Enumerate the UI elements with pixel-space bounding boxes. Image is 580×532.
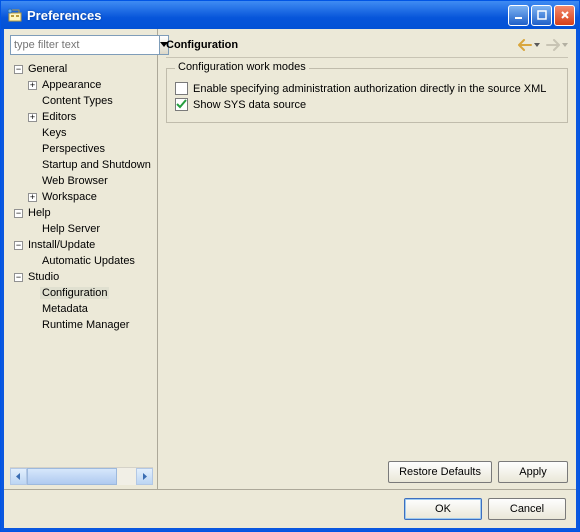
tree-toggle-appearance[interactable]: +	[28, 81, 37, 90]
tree-item-keys[interactable]: Keys	[10, 125, 153, 141]
tree-label: Automatic Updates	[40, 255, 137, 267]
tree-toggle-placeholder	[28, 145, 37, 154]
checkbox-show-sys-data-source[interactable]	[175, 98, 188, 111]
configuration-work-modes-group: Configuration work modes Enable specifyi…	[166, 68, 568, 123]
tree-label: Keys	[40, 127, 68, 139]
checkbox-enable-admin-auth[interactable]	[175, 82, 188, 95]
sysmenu-icon[interactable]	[7, 7, 23, 23]
tree-item-general[interactable]: − General	[10, 61, 153, 77]
apply-button[interactable]: Apply	[498, 461, 568, 483]
filter-input[interactable]	[10, 35, 160, 55]
tree-label: Runtime Manager	[40, 319, 131, 331]
tree-item-perspectives[interactable]: Perspectives	[10, 141, 153, 157]
tree-toggle-editors[interactable]: +	[28, 113, 37, 122]
tree-item-startup[interactable]: Startup and Shutdown	[10, 157, 153, 173]
preferences-window: Preferences	[0, 0, 580, 532]
tree-toggle-workspace[interactable]: +	[28, 193, 37, 202]
tree-item-editors[interactable]: + Editors	[10, 109, 153, 125]
option-label: Enable specifying administration authori…	[193, 83, 546, 95]
nav-forward-button[interactable]	[546, 39, 560, 51]
tree-label: Editors	[40, 111, 78, 123]
tree-toggle-placeholder	[28, 97, 37, 106]
tree-toggle-placeholder	[28, 257, 37, 266]
tree-toggle-placeholder	[28, 177, 37, 186]
tree-label: Metadata	[40, 303, 90, 315]
upper-area: − General + Appearance Content Types	[4, 29, 576, 489]
tree-item-studio[interactable]: − Studio	[10, 269, 153, 285]
option-enable-admin-auth[interactable]: Enable specifying administration authori…	[175, 82, 559, 95]
tree-item-metadata[interactable]: Metadata	[10, 301, 153, 317]
page-buttons: Restore Defaults Apply	[166, 457, 568, 483]
option-show-sys-data-source[interactable]: Show SYS data source	[175, 98, 559, 111]
tree-toggle-placeholder	[28, 225, 37, 234]
page-header: Configuration	[166, 33, 568, 58]
maximize-button[interactable]	[531, 5, 552, 26]
tree-label: Perspectives	[40, 143, 107, 155]
tree-item-appearance[interactable]: + Appearance	[10, 77, 153, 93]
spacer	[166, 131, 568, 457]
tree-toggle-placeholder	[28, 289, 37, 298]
window-buttons	[508, 5, 575, 26]
nav-forward-history-icon[interactable]	[562, 43, 568, 47]
right-pane: Configuration Configura	[158, 29, 576, 489]
tree-toggle-placeholder	[28, 305, 37, 314]
tree-item-help-server[interactable]: Help Server	[10, 221, 153, 237]
nav-back-history-icon[interactable]	[534, 43, 540, 47]
tree-item-automatic-updates[interactable]: Automatic Updates	[10, 253, 153, 269]
scroll-left-button[interactable]	[10, 468, 27, 485]
ok-button[interactable]: OK	[404, 498, 482, 520]
dialog-buttons: OK Cancel	[4, 489, 576, 528]
minimize-button[interactable]	[508, 5, 529, 26]
window-title: Preferences	[27, 8, 508, 23]
nav-back-button[interactable]	[518, 39, 532, 51]
title-bar: Preferences	[1, 1, 579, 29]
tree-label: Appearance	[40, 79, 103, 91]
tree-toggle-placeholder	[28, 321, 37, 330]
restore-defaults-button[interactable]: Restore Defaults	[388, 461, 492, 483]
tree-label: Web Browser	[40, 175, 110, 187]
tree-item-install-update[interactable]: − Install/Update	[10, 237, 153, 253]
scroll-track[interactable]	[27, 468, 136, 485]
tree-label: Help Server	[40, 223, 102, 235]
tree-toggle-studio[interactable]: −	[14, 273, 23, 282]
page-title: Configuration	[166, 39, 514, 51]
tree-label: Workspace	[40, 191, 99, 203]
tree-item-content-types[interactable]: Content Types	[10, 93, 153, 109]
tree-label: Studio	[26, 271, 61, 283]
horizontal-scrollbar[interactable]	[10, 467, 153, 485]
tree-label: Help	[26, 207, 53, 219]
tree-label: Configuration	[40, 287, 109, 299]
tree-label: General	[26, 63, 69, 75]
tree-toggle-placeholder	[28, 161, 37, 170]
group-legend: Configuration work modes	[175, 61, 309, 73]
tree-label: Content Types	[40, 95, 115, 107]
cancel-button[interactable]: Cancel	[488, 498, 566, 520]
tree-item-help[interactable]: − Help	[10, 205, 153, 221]
close-button[interactable]	[554, 5, 575, 26]
content-area: − General + Appearance Content Types	[1, 29, 579, 531]
preferences-tree[interactable]: − General + Appearance Content Types	[10, 61, 153, 467]
tree-item-runtime-manager[interactable]: Runtime Manager	[10, 317, 153, 333]
tree-label: Install/Update	[26, 239, 97, 251]
left-pane: − General + Appearance Content Types	[4, 29, 158, 489]
tree-toggle-install-update[interactable]: −	[14, 241, 23, 250]
tree-item-configuration[interactable]: Configuration	[10, 285, 153, 301]
scroll-right-button[interactable]	[136, 468, 153, 485]
tree-toggle-general[interactable]: −	[14, 65, 23, 74]
tree-toggle-placeholder	[28, 129, 37, 138]
tree-toggle-help[interactable]: −	[14, 209, 23, 218]
filter-row	[10, 35, 153, 55]
tree-label: Startup and Shutdown	[40, 159, 153, 171]
tree-viewport: − General + Appearance Content Types	[10, 61, 153, 485]
scroll-thumb[interactable]	[27, 468, 117, 485]
tree-item-workspace[interactable]: + Workspace	[10, 189, 153, 205]
option-label: Show SYS data source	[193, 99, 306, 111]
tree-item-web-browser[interactable]: Web Browser	[10, 173, 153, 189]
